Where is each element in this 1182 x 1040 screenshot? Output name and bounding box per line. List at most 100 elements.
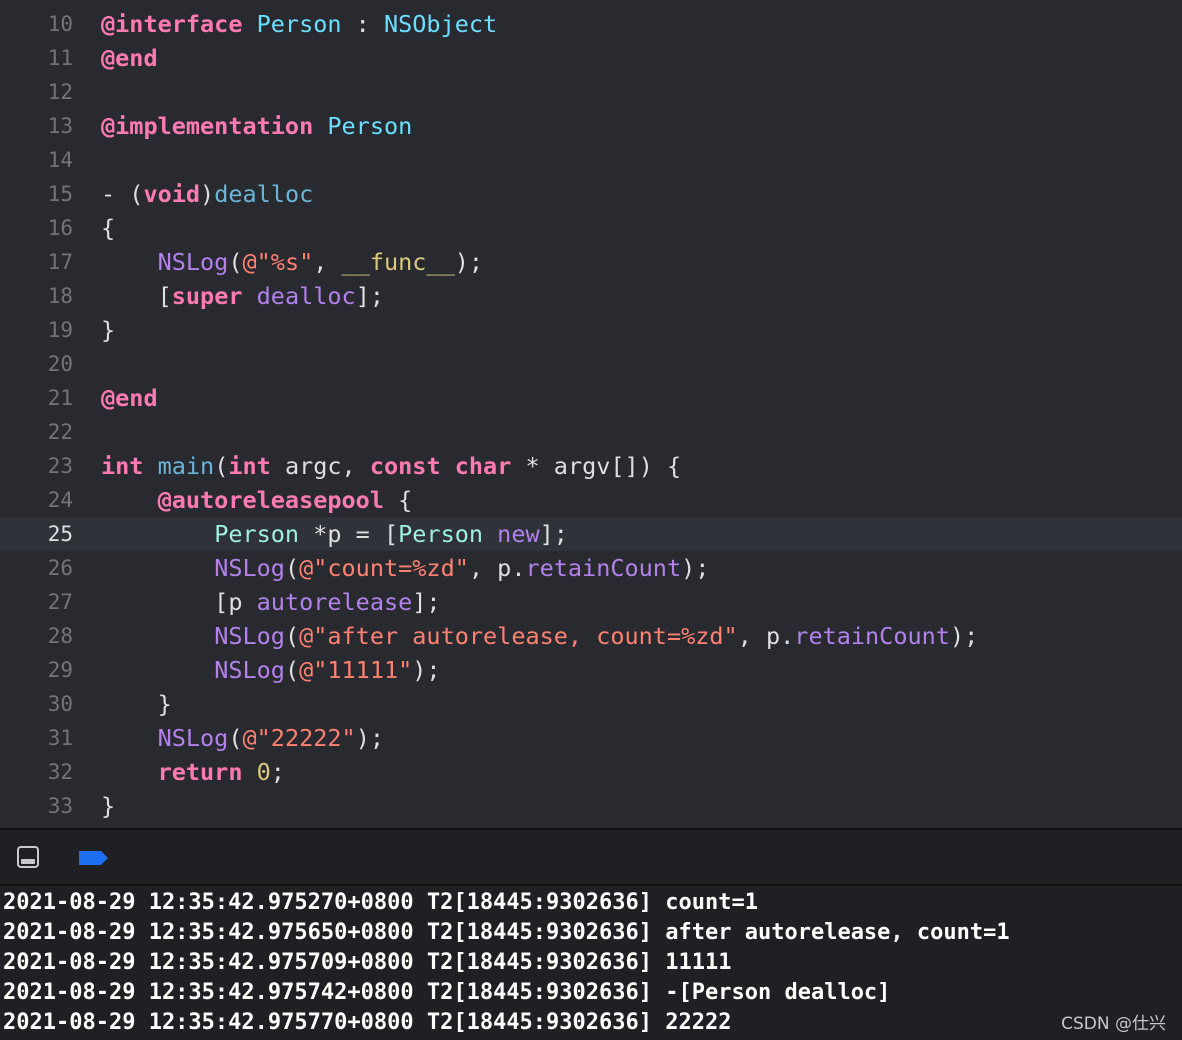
code-token: , p. [737,622,795,650]
code-token: main [157,452,215,480]
console-line: 2021-08-29 12:35:42.975270+0800 T2[18445… [3,890,758,915]
code-token: } [101,792,116,820]
line-number: 21 [47,386,73,410]
code-line[interactable]: 10 @interface Person : NSObject [0,7,1182,41]
breakpoint-icon[interactable] [77,850,109,866]
code-token: @"count=%zd" [299,554,469,582]
code-token: } [101,690,172,718]
code-line[interactable]: 24 @autoreleasepool { [0,483,1182,517]
code-token: NSLog [157,724,229,752]
line-number: 18 [47,284,73,308]
code-line[interactable]: 20 [0,347,1182,381]
code-line[interactable]: 16 { [0,211,1182,245]
code-line[interactable]: 28 NSLog(@"after autorelease, count=%zd"… [0,619,1182,653]
code-text: int main(int argc, const char * argv[]) … [101,449,681,483]
code-line[interactable]: 12 [0,75,1182,109]
code-text: return 0; [101,755,285,789]
code-line[interactable]: 18 [super dealloc]; [0,279,1182,313]
debug-bar [0,828,1182,886]
line-number: 15 [47,182,73,206]
line-number: 11 [47,46,73,70]
code-token: @autoreleasepool [157,486,384,514]
code-token: ( [214,452,229,480]
line-number: 25 [47,522,73,546]
code-token: __func__ [341,248,455,276]
code-line[interactable]: 22 [0,415,1182,449]
code-token: char [454,452,512,480]
code-token: ); [412,656,441,684]
code-line[interactable]: 19} [0,313,1182,347]
code-token: dealloc [214,180,314,208]
code-token: argc, [270,452,370,480]
code-token: { [383,486,413,514]
code-token: int [101,452,144,480]
line-number: 19 [47,318,73,342]
line-number: 24 [47,488,73,512]
code-text: @end [101,381,158,415]
code-token: ( [284,554,300,582]
code-token: int [228,452,271,480]
line-number: 29 [47,658,73,682]
code-token: void [143,180,201,208]
line-number: 10 [47,12,73,36]
console-line: 2021-08-29 12:35:42.975650+0800 T2[18445… [3,920,1010,945]
code-line[interactable]: 11 @end [0,41,1182,75]
code-text: } [101,789,115,823]
code-text: [super dealloc]; [101,279,384,313]
code-text: NSLog(@"22222"); [101,721,384,755]
code-token: ]; [539,520,568,548]
code-text: - (void)dealloc [101,177,313,211]
code-line[interactable]: 27 [p autorelease]; [0,585,1182,619]
code-line[interactable]: 29 NSLog(@"11111"); [0,653,1182,687]
code-token: autorelease [256,588,413,616]
code-token: return [157,758,243,786]
line-number: 12 [47,80,73,104]
code-token: NSLog [214,622,285,650]
line-number: 22 [47,420,73,444]
line-number: 27 [47,590,73,614]
code-token: @interface [101,10,243,38]
code-line[interactable]: 30 } [0,687,1182,721]
code-token: ( [284,622,300,650]
console-output[interactable]: 2021-08-29 12:35:42.975270+0800 T2[18445… [0,886,1182,1040]
code-line[interactable]: 21 @end [0,381,1182,415]
code-line[interactable]: 25 Person *p = [Person new]; [0,517,1182,551]
code-token: 0 [256,758,271,786]
console-line: 2021-08-29 12:35:42.975770+0800 T2[18445… [3,1010,732,1035]
code-token: retainCount [794,622,950,650]
code-text: @implementation Person [101,109,412,143]
code-line[interactable]: 32 return 0; [0,755,1182,789]
code-token: ( [284,656,300,684]
code-token: Person [398,520,484,548]
code-token: , p. [468,554,526,582]
line-number: 16 [47,216,73,240]
code-token: ]; [412,588,441,616]
line-number: 14 [47,148,73,172]
code-line[interactable]: 26 NSLog(@"count=%zd", p.retainCount); [0,551,1182,585]
code-line[interactable]: 13 @implementation Person [0,109,1182,143]
code-text: NSLog(@"11111"); [101,653,441,687]
code-line[interactable]: 14 [0,143,1182,177]
code-token: Person [214,520,300,548]
code-line[interactable]: 17 NSLog(@"%s", __func__); [0,245,1182,279]
code-line[interactable]: 33} [0,789,1182,823]
code-text: NSLog(@"%s", __func__); [101,245,483,279]
code-token: super [171,282,243,310]
code-line[interactable]: 15 - (void)dealloc [0,177,1182,211]
console-panel-icon[interactable] [17,846,39,868]
code-line[interactable]: 23 int main(int argc, const char * argv[]… [0,449,1182,483]
code-line[interactable]: 31 NSLog(@"22222"); [0,721,1182,755]
code-editor[interactable]: 10 @interface Person : NSObject 11 @end 12 13… [0,0,1182,828]
